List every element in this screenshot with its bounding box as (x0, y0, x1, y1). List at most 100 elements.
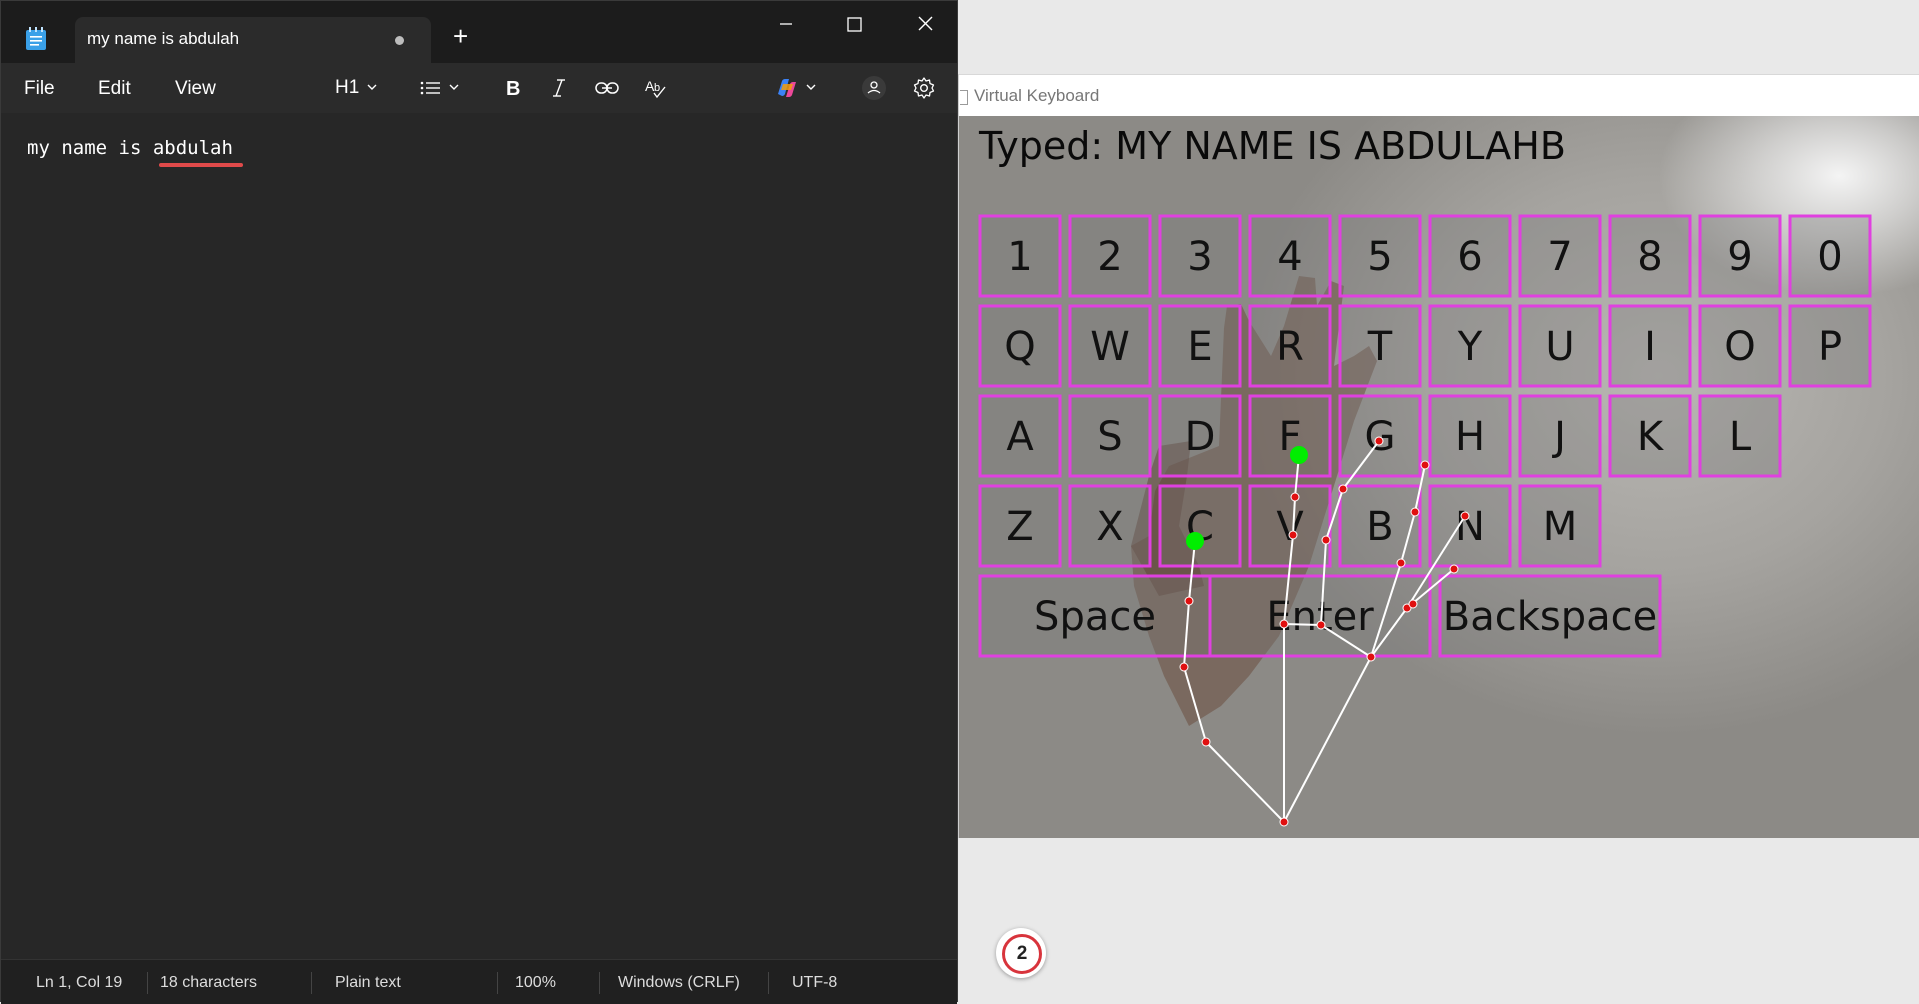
key-r[interactable]: R (1248, 304, 1332, 388)
key-f[interactable]: F (1248, 394, 1332, 478)
document-tab[interactable]: my name is abdulah (75, 17, 431, 63)
link-icon (595, 82, 619, 94)
spellcheck-button[interactable]: A b (644, 75, 668, 101)
window-icon (960, 90, 968, 105)
key-i-label: I (1644, 324, 1656, 370)
hand-landmark (1321, 535, 1331, 545)
key-space-label: Space (1034, 594, 1156, 640)
key-2[interactable]: 2 (1068, 214, 1152, 298)
italic-icon (553, 79, 565, 97)
key-h-label: H (1455, 414, 1485, 460)
key-e[interactable]: E (1158, 304, 1242, 388)
hand-landmark (1460, 511, 1470, 521)
key-g[interactable]: G (1338, 394, 1422, 478)
key-0-label: 0 (1817, 234, 1842, 280)
status-divider (311, 972, 312, 994)
key-a[interactable]: A (978, 394, 1062, 478)
key-8-label: 8 (1637, 234, 1662, 280)
link-button[interactable] (595, 75, 619, 101)
key-z[interactable]: Z (978, 484, 1062, 568)
key-h[interactable]: H (1428, 394, 1512, 478)
menu-view[interactable]: View (175, 78, 216, 100)
heading-dropdown[interactable]: H1 (335, 75, 385, 101)
key-y[interactable]: Y (1428, 304, 1512, 388)
cursor-position[interactable]: Ln 1, Col 19 (36, 974, 122, 992)
italic-button[interactable] (548, 75, 570, 101)
key-j-label: J (1551, 414, 1566, 460)
copilot-button[interactable] (774, 75, 822, 101)
notification-badge[interactable]: 2 (996, 928, 1046, 978)
key-p[interactable]: P (1788, 304, 1872, 388)
hand-landmark (1410, 507, 1420, 517)
key-backspace-label: Backspace (1443, 594, 1657, 640)
key-q[interactable]: Q (978, 304, 1062, 388)
key-i[interactable]: I (1608, 304, 1692, 388)
spelling-error-underline (159, 163, 243, 167)
zoom-level[interactable]: 100% (515, 974, 556, 992)
hand-landmark (1420, 460, 1430, 470)
close-button[interactable] (895, 9, 955, 39)
key-k[interactable]: K (1608, 394, 1692, 478)
key-6[interactable]: 6 (1428, 214, 1512, 298)
vk-title-bar: Virtual Keyboard (959, 74, 1919, 117)
text-editor[interactable]: my name is abdulah (1, 113, 957, 959)
minimize-button[interactable] (756, 9, 816, 39)
hand-landmark (1290, 492, 1300, 502)
key-c[interactable]: C (1158, 484, 1242, 568)
key-8[interactable]: 8 (1608, 214, 1692, 298)
maximize-button[interactable] (824, 9, 884, 39)
hand-landmark (1279, 619, 1289, 629)
key-t-label: T (1367, 324, 1393, 370)
fingertip-marker (1186, 532, 1204, 550)
settings-button[interactable] (912, 75, 936, 101)
title-bar: my name is abdulah + (1, 1, 957, 63)
key-5[interactable]: 5 (1338, 214, 1422, 298)
chevron-down-icon (806, 84, 816, 90)
key-t[interactable]: T (1338, 304, 1422, 388)
key-k-label: K (1637, 414, 1665, 460)
key-l[interactable]: L (1698, 394, 1782, 478)
key-b-label: B (1366, 504, 1393, 550)
key-o[interactable]: O (1698, 304, 1782, 388)
account-button[interactable] (861, 75, 887, 101)
key-b[interactable]: B (1338, 484, 1422, 568)
unsaved-indicator-icon[interactable] (395, 36, 404, 45)
key-j[interactable]: J (1518, 394, 1602, 478)
key-u[interactable]: U (1518, 304, 1602, 388)
key-backspace[interactable]: Backspace (1438, 574, 1662, 658)
svg-text:B: B (506, 78, 520, 99)
line-endings[interactable]: Windows (CRLF) (618, 974, 740, 992)
status-bar: Ln 1, Col 19 18 characters Plain text 10… (1, 959, 957, 1004)
key-1[interactable]: 1 (978, 214, 1062, 298)
key-7[interactable]: 7 (1518, 214, 1602, 298)
hand-landmark (1316, 620, 1326, 630)
key-s[interactable]: S (1068, 394, 1152, 478)
hand-bone (1205, 741, 1285, 823)
key-0[interactable]: 0 (1788, 214, 1872, 298)
key-v[interactable]: V (1248, 484, 1332, 568)
key-x-label: X (1096, 504, 1123, 550)
document-content[interactable]: my name is abdulah (27, 137, 233, 159)
encoding[interactable]: UTF-8 (792, 974, 837, 992)
new-tab-button[interactable]: + (453, 23, 468, 49)
key-9-label: 9 (1727, 234, 1752, 280)
bold-button[interactable]: B (501, 75, 523, 101)
text-format[interactable]: Plain text (335, 974, 401, 992)
key-9[interactable]: 9 (1698, 214, 1782, 298)
key-m[interactable]: M (1518, 484, 1602, 568)
key-w[interactable]: W (1068, 304, 1152, 388)
key-enter[interactable]: Enter (1208, 574, 1432, 658)
menu-edit[interactable]: Edit (98, 78, 131, 100)
key-4[interactable]: 4 (1248, 214, 1332, 298)
hand-landmark (1408, 599, 1418, 609)
menu-file[interactable]: File (24, 78, 55, 100)
hand-landmark (1201, 737, 1211, 747)
key-d[interactable]: D (1158, 394, 1242, 478)
vk-window-title: Virtual Keyboard (974, 86, 1100, 105)
hand-landmark (1179, 662, 1189, 672)
key-space[interactable]: Space (978, 574, 1212, 658)
key-x[interactable]: X (1068, 484, 1152, 568)
list-dropdown[interactable] (419, 75, 465, 101)
key-w-label: W (1090, 324, 1130, 370)
key-3[interactable]: 3 (1158, 214, 1242, 298)
